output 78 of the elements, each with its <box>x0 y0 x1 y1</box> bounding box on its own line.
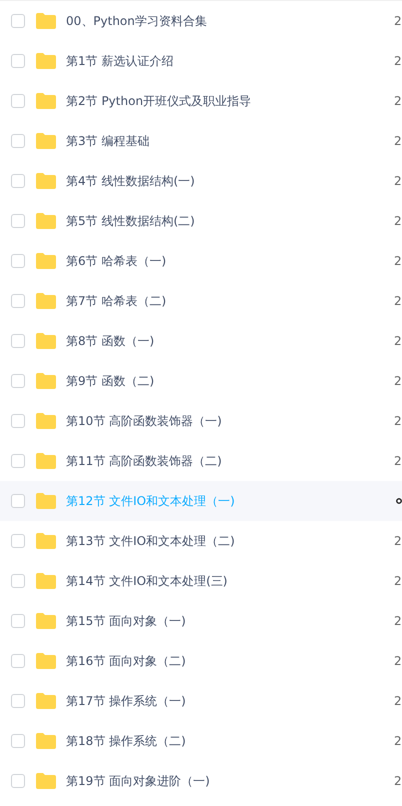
checkbox[interactable] <box>11 774 25 788</box>
folder-name[interactable]: 第16节 面向对象（二) <box>66 652 186 670</box>
checkbox[interactable] <box>11 374 25 388</box>
folder-icon <box>36 133 56 149</box>
folder-name[interactable]: 第15节 面向对象（一) <box>66 612 186 630</box>
table-cell: 2 <box>394 654 402 668</box>
folder-icon <box>36 653 56 669</box>
folder-icon <box>36 533 56 549</box>
table-cell: 2 <box>394 534 402 548</box>
folder-icon <box>36 373 56 389</box>
folder-name[interactable]: 第9节 函数（二) <box>66 372 154 390</box>
folder-name[interactable]: 第3节 编程基础 <box>66 132 150 150</box>
folder-name[interactable]: 第2节 Python开班仪式及职业指导 <box>66 92 252 110</box>
folder-name[interactable]: 第14节 文件IO和文本处理(三) <box>66 572 228 590</box>
folder-icon <box>36 13 56 29</box>
folder-icon <box>36 453 56 469</box>
checkbox[interactable] <box>11 414 25 428</box>
folder-icon <box>36 613 56 629</box>
checkbox[interactable] <box>11 94 25 108</box>
folder-name[interactable]: 第4节 线性数据结构(一) <box>66 172 195 190</box>
table-cell: 2 <box>394 294 402 308</box>
table-cell: 2 <box>394 774 402 788</box>
checkbox[interactable] <box>11 574 25 588</box>
folder-name[interactable]: 第8节 函数（一) <box>66 332 154 350</box>
folder-icon <box>36 253 56 269</box>
folder-name[interactable]: 第7节 哈希表（二) <box>66 292 166 310</box>
folder-icon <box>36 333 56 349</box>
table-cell: 2 <box>394 94 402 108</box>
folder-name[interactable]: 第6节 哈希表（一) <box>66 252 166 270</box>
table-cell: 2 <box>394 374 402 388</box>
checkbox[interactable] <box>11 254 25 268</box>
table-cell: 2 <box>394 614 402 628</box>
checkbox[interactable] <box>11 734 25 748</box>
folder-name[interactable]: 第17节 操作系统（一) <box>66 692 186 710</box>
checkbox[interactable] <box>11 14 25 28</box>
folder-icon <box>36 693 56 709</box>
table-cell: 2 <box>394 254 402 268</box>
folder-icon <box>36 213 56 229</box>
checkbox[interactable] <box>11 174 25 188</box>
folder-icon <box>36 733 56 749</box>
table-cell: 2 <box>394 694 402 708</box>
folder-icon <box>36 173 56 189</box>
folder-name[interactable]: 第5节 线性数据结构(二) <box>66 212 195 230</box>
folder-name[interactable]: 第10节 高阶函数装饰器（一) <box>66 412 222 430</box>
checkbox[interactable] <box>11 334 25 348</box>
checkbox[interactable] <box>11 454 25 468</box>
checkbox[interactable] <box>11 294 25 308</box>
checkbox[interactable] <box>11 494 25 508</box>
folder-icon <box>36 53 56 69</box>
table-cell: 2 <box>394 54 402 68</box>
folder-icon <box>36 93 56 109</box>
table-cell: 2 <box>394 414 402 428</box>
folder-name[interactable]: 第19节 面向对象进阶（一) <box>66 772 210 790</box>
folder-name[interactable]: 第18节 操作系统（二) <box>66 732 186 750</box>
folder-name[interactable]: 第11节 高阶函数装饰器（二) <box>66 452 222 470</box>
table-cell: 2 <box>394 574 402 588</box>
table-cell: 2 <box>394 734 402 748</box>
checkbox[interactable] <box>11 54 25 68</box>
table-cell: 2 <box>394 454 402 468</box>
checkbox[interactable] <box>11 534 25 548</box>
folder-name[interactable]: 第13节 文件IO和文本处理（二) <box>66 532 235 550</box>
checkbox[interactable] <box>11 614 25 628</box>
table-cell: 2 <box>394 174 402 188</box>
folder-icon <box>36 573 56 589</box>
folder-icon <box>36 413 56 429</box>
table-cell: 2 <box>394 334 402 348</box>
table-cell: 2 <box>394 214 402 228</box>
checkbox[interactable] <box>11 214 25 228</box>
table-cell: 2 <box>394 14 402 28</box>
folder-name[interactable]: 第1节 薪选认证介绍 <box>66 52 174 70</box>
checkbox[interactable] <box>11 694 25 708</box>
table-cell: 2 <box>394 134 402 148</box>
folder-icon <box>36 293 56 309</box>
folder-icon <box>36 773 56 789</box>
checkbox[interactable] <box>11 134 25 148</box>
folder-name[interactable]: 00、Python学习资料合集 <box>66 12 207 30</box>
folder-icon <box>36 493 56 509</box>
checkbox[interactable] <box>11 654 25 668</box>
